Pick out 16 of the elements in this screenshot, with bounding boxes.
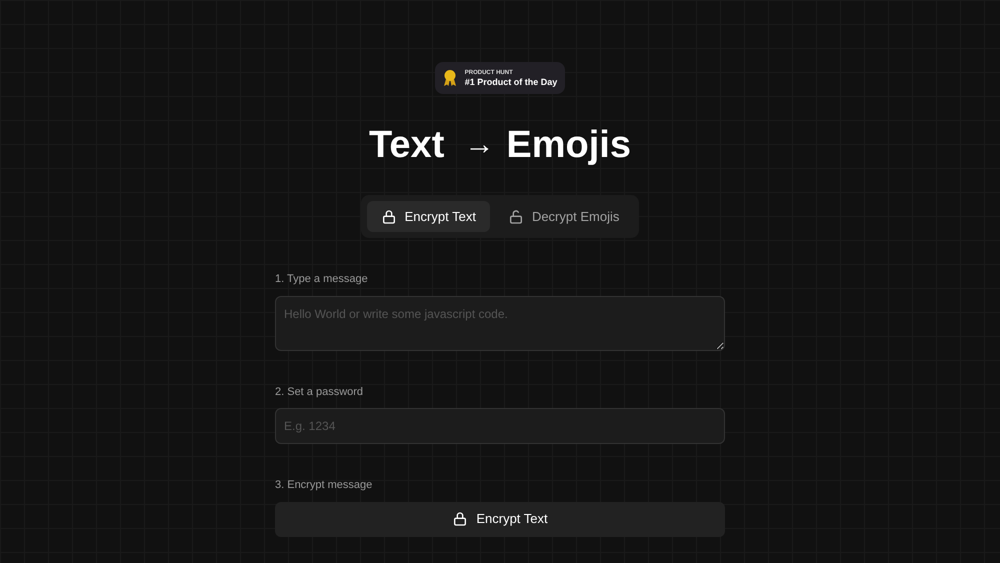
- padlock-icon: [452, 511, 468, 527]
- field-label: 1. Type a message: [275, 272, 369, 287]
- mode-tab[interactable]: Decrypt Emojis: [494, 201, 634, 232]
- heading-text: Text: [369, 126, 444, 164]
- badge-title: #1 Product of the Day: [464, 78, 558, 86]
- password-field[interactable]: E.g. 1234: [275, 408, 725, 444]
- field-label: 2. Set a password: [275, 384, 364, 400]
- heading-text: Emojis: [506, 126, 631, 164]
- medal-icon: [442, 69, 457, 87]
- mode-tab[interactable]: Encrypt Text: [366, 201, 490, 232]
- arrow-glyph: →: [464, 130, 494, 160]
- message-field[interactable]: Hello World or write some javascript code.: [275, 296, 725, 350]
- encrypt-button[interactable]: Encrypt Text: [275, 502, 725, 536]
- padlock-icon: [380, 208, 397, 224]
- field-label: 3. Encrypt message: [275, 478, 374, 493]
- unlocked-padlock-icon: [508, 208, 524, 224]
